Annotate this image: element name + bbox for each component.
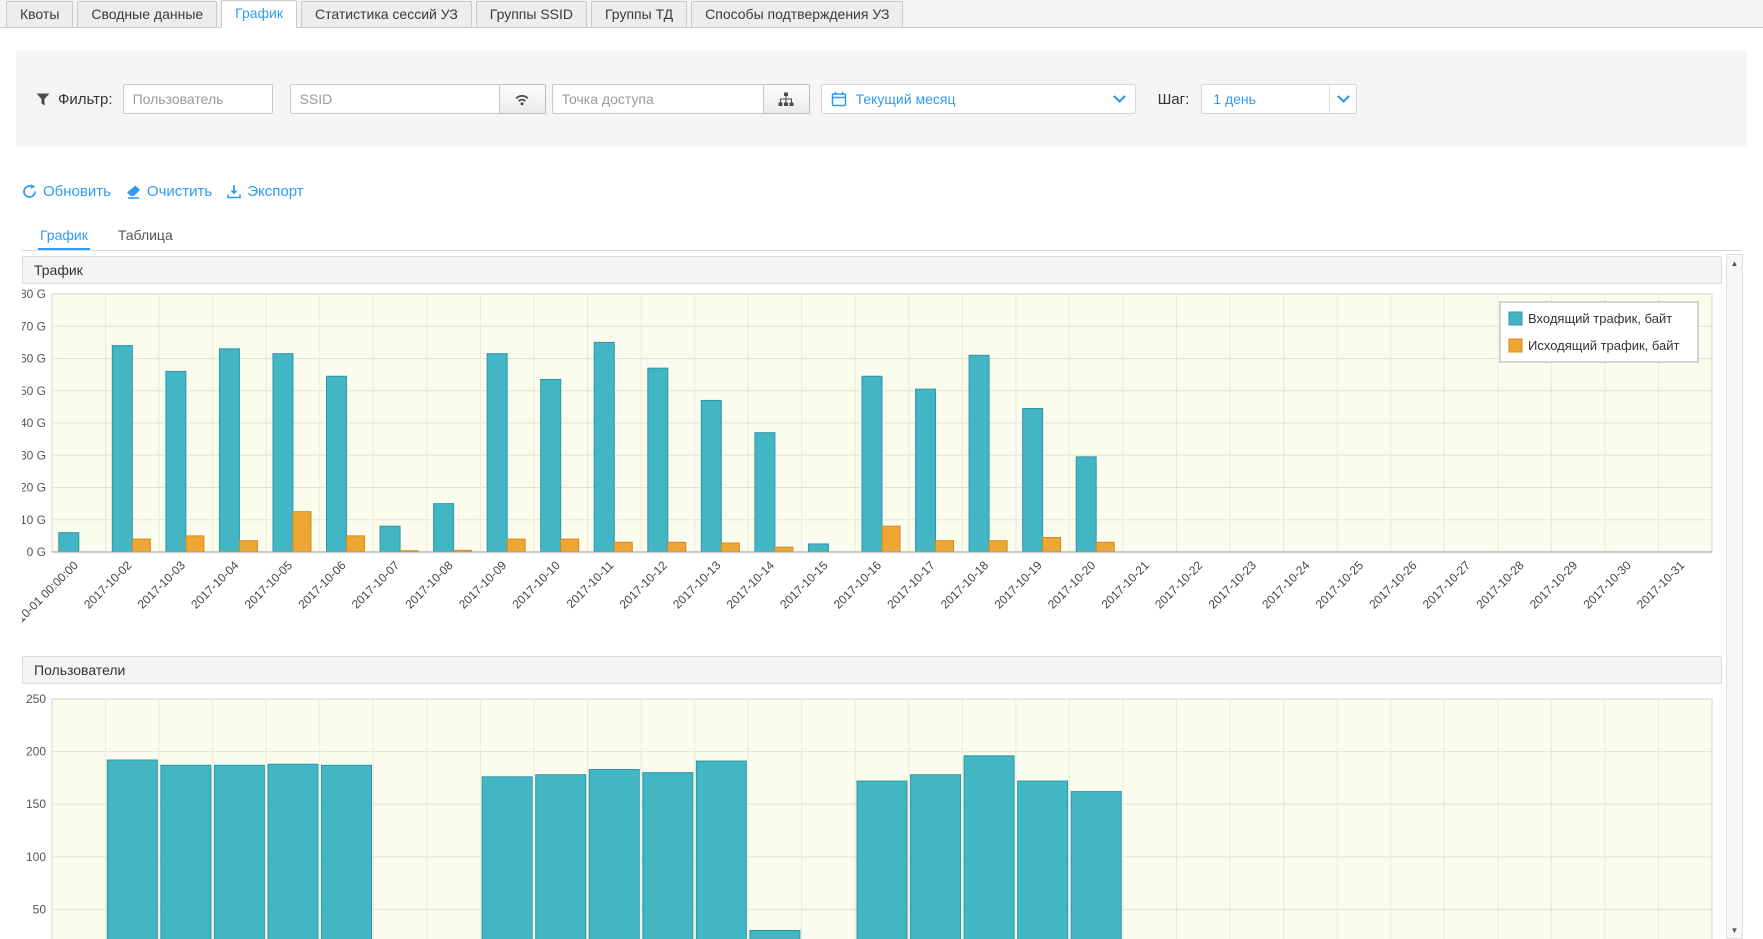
view-subtabs: График Таблица xyxy=(22,222,1741,251)
svg-text:10-01 00:00:00: 10-01 00:00:00 xyxy=(22,558,81,625)
svg-text:2017-10-14: 2017-10-14 xyxy=(724,558,778,612)
tab-ap-groups[interactable]: Группы ТД xyxy=(591,1,687,27)
svg-text:10 G: 10 G xyxy=(22,513,46,527)
users-panel: Пользователи 05010015020025010-01 00:00:… xyxy=(22,656,1722,939)
filter-funnel-icon xyxy=(36,93,50,106)
scrollbar-track[interactable] xyxy=(1727,271,1742,922)
filter-label: Фильтр: xyxy=(58,91,113,108)
chevron-down-icon[interactable] xyxy=(1329,85,1356,113)
svg-text:2017-10-26: 2017-10-26 xyxy=(1366,558,1420,612)
svg-text:2017-10-06: 2017-10-06 xyxy=(295,558,349,612)
ssid-picker-button[interactable] xyxy=(500,84,546,114)
step-label: Шаг: xyxy=(1158,91,1190,108)
scroll-down-icon[interactable]: ▼ xyxy=(1727,922,1742,938)
svg-text:30 G: 30 G xyxy=(22,448,46,462)
svg-text:2017-10-08: 2017-10-08 xyxy=(402,558,456,612)
export-label: Экспорт xyxy=(247,183,303,200)
main-tabbar: Квоты Сводные данные График Статистика с… xyxy=(0,0,1763,28)
svg-text:70 G: 70 G xyxy=(22,319,46,333)
svg-text:100: 100 xyxy=(26,850,46,864)
tab-ssid-groups[interactable]: Группы SSID xyxy=(476,1,587,27)
users-chart: 05010015020025010-01 00:00:002017-10-022… xyxy=(22,684,1722,939)
svg-text:60 G: 60 G xyxy=(22,352,46,366)
svg-text:2017-10-17: 2017-10-17 xyxy=(884,558,938,612)
svg-text:250: 250 xyxy=(26,692,46,706)
svg-text:2017-10-29: 2017-10-29 xyxy=(1527,558,1581,612)
vertical-scrollbar[interactable]: ▲ ▼ xyxy=(1726,254,1743,939)
tab-chart[interactable]: График xyxy=(221,0,297,28)
step-select[interactable]: 1 день xyxy=(1201,84,1357,114)
svg-text:2017-10-05: 2017-10-05 xyxy=(242,558,296,612)
tab-confirmation-methods[interactable]: Способы подтверждения УЗ xyxy=(691,1,903,27)
svg-text:2017-10-07: 2017-10-07 xyxy=(349,558,403,612)
svg-text:2017-10-02: 2017-10-02 xyxy=(81,558,135,612)
tab-summary-data[interactable]: Сводные данные xyxy=(77,1,217,27)
clear-button[interactable]: Очистить xyxy=(126,183,212,200)
charts-scroll-area: Трафик 0 G 10 G 20 G 30 G 40 G 50 G 60 G 70 G 80… xyxy=(0,254,1763,939)
svg-text:2017-10-20: 2017-10-20 xyxy=(1045,558,1099,612)
svg-text:2017-10-31: 2017-10-31 xyxy=(1634,558,1688,612)
export-button[interactable]: Экспорт xyxy=(227,183,303,200)
svg-text:2017-10-18: 2017-10-18 xyxy=(938,558,992,612)
ap-filter-group xyxy=(552,84,810,114)
wifi-icon xyxy=(513,92,531,106)
svg-text:0 G: 0 G xyxy=(27,545,46,559)
svg-text:50 G: 50 G xyxy=(22,384,46,398)
user-filter-input[interactable] xyxy=(123,84,273,114)
scroll-up-icon[interactable]: ▲ xyxy=(1727,255,1742,271)
svg-text:40 G: 40 G xyxy=(22,416,46,430)
svg-text:2017-10-19: 2017-10-19 xyxy=(991,558,1045,612)
tab-quotas[interactable]: Квоты xyxy=(6,1,73,27)
svg-text:2017-10-21: 2017-10-21 xyxy=(1099,558,1153,612)
svg-text:2017-10-24: 2017-10-24 xyxy=(1259,558,1313,612)
svg-text:2017-10-10: 2017-10-10 xyxy=(510,558,564,612)
ap-picker-button[interactable] xyxy=(764,84,810,114)
ssid-filter-group xyxy=(290,84,546,114)
svg-text:50: 50 xyxy=(33,902,47,916)
svg-text:200: 200 xyxy=(26,745,46,759)
ssid-filter-input[interactable] xyxy=(290,84,500,114)
svg-text:2017-10-12: 2017-10-12 xyxy=(617,558,671,612)
svg-text:2017-10-13: 2017-10-13 xyxy=(670,558,724,612)
chevron-down-icon xyxy=(1113,95,1126,103)
export-icon xyxy=(227,184,241,199)
eraser-icon xyxy=(126,185,141,199)
ap-filter-input[interactable] xyxy=(552,84,764,114)
traffic-chart: 0 G 10 G 20 G 30 G 40 G 50 G 60 G 70 G 80 G 10-01… xyxy=(22,284,1722,644)
svg-text:2017-10-30: 2017-10-30 xyxy=(1580,558,1634,612)
svg-text:2017-10-03: 2017-10-03 xyxy=(135,558,189,612)
actions-toolbar: Обновить Очистить Экспорт xyxy=(22,183,1763,200)
subtab-table[interactable]: Таблица xyxy=(116,222,175,250)
users-panel-title: Пользователи xyxy=(22,656,1722,684)
svg-text:2017-10-11: 2017-10-11 xyxy=(564,558,617,611)
svg-text:2017-10-15: 2017-10-15 xyxy=(777,558,831,612)
svg-text:Входящий трафик, байт: Входящий трафик, байт xyxy=(1528,311,1672,326)
clear-label: Очистить xyxy=(147,183,212,200)
svg-text:2017-10-23: 2017-10-23 xyxy=(1206,558,1260,612)
svg-text:80 G: 80 G xyxy=(22,287,46,301)
svg-text:2017-10-16: 2017-10-16 xyxy=(831,558,885,612)
svg-text:20 G: 20 G xyxy=(22,481,46,495)
period-select[interactable]: Текущий месяц xyxy=(821,84,1136,114)
svg-text:2017-10-09: 2017-10-09 xyxy=(456,558,510,612)
svg-text:2017-10-04: 2017-10-04 xyxy=(188,558,242,612)
tab-session-stats[interactable]: Статистика сессий УЗ xyxy=(301,1,472,27)
step-select-value: 1 день xyxy=(1202,91,1329,107)
svg-text:2017-10-22: 2017-10-22 xyxy=(1152,558,1206,612)
refresh-button[interactable]: Обновить xyxy=(22,183,111,200)
traffic-panel-title: Трафик xyxy=(22,256,1722,284)
refresh-icon xyxy=(22,184,37,199)
svg-text:2017-10-27: 2017-10-27 xyxy=(1420,558,1474,612)
sitemap-icon xyxy=(778,92,794,107)
period-select-value: Текущий месяц xyxy=(856,91,956,107)
refresh-label: Обновить xyxy=(43,183,111,200)
calendar-icon xyxy=(831,91,847,107)
svg-text:2017-10-25: 2017-10-25 xyxy=(1313,558,1367,612)
svg-text:Исходящий трафик, байт: Исходящий трафик, байт xyxy=(1528,338,1680,353)
filter-panel: Фильтр: xyxy=(16,51,1747,147)
subtab-chart[interactable]: График xyxy=(38,222,90,250)
svg-text:150: 150 xyxy=(26,797,46,811)
svg-text:2017-10-28: 2017-10-28 xyxy=(1473,558,1527,612)
traffic-panel: Трафик 0 G 10 G 20 G 30 G 40 G 50 G 60 G 70 G 80… xyxy=(22,256,1722,644)
